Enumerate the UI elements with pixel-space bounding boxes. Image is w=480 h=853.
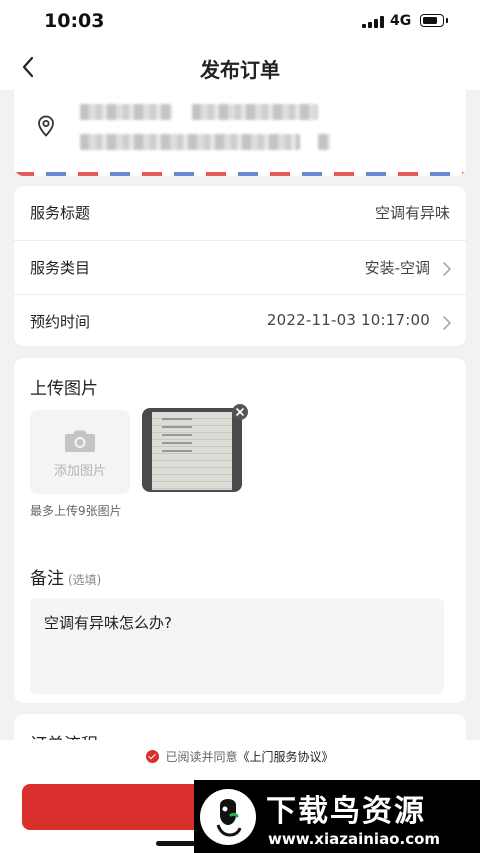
note-text: 空调有异味怎么办?	[44, 614, 172, 632]
agreement-prefix: 已阅读并同意	[165, 750, 238, 764]
battery-icon	[420, 14, 448, 27]
nav-bar: 发布订单	[0, 44, 480, 90]
note-title: 备注 (选填)	[30, 564, 101, 589]
uploaded-photo-thumbnail[interactable]	[142, 408, 242, 492]
watermark-logo-icon	[200, 789, 256, 845]
address-card[interactable]	[14, 90, 466, 176]
check-icon[interactable]	[146, 750, 160, 763]
appointment-time-value: 2022-11-03 10:17:00	[266, 311, 430, 329]
agreement-link[interactable]: 《上门服务协议》	[238, 750, 334, 764]
location-pin-icon	[34, 114, 58, 138]
note-title-label: 备注	[30, 569, 64, 589]
chevron-right-icon	[442, 261, 452, 276]
address-phone-blurred	[192, 104, 318, 120]
upload-card: 上传图片 添加图片 最多上传9张图片 备注 (选填) 空调有异味怎么办?	[14, 358, 466, 703]
agreement-row[interactable]: 已阅读并同意《上门服务协议》	[0, 748, 480, 765]
appointment-time-label: 预约时间	[30, 313, 91, 331]
upload-hint: 最多上传9张图片	[30, 504, 122, 518]
watermark: 下载鸟资源 www.xiazainiao.com	[194, 780, 480, 853]
note-optional-label: (选填)	[68, 573, 102, 587]
address-detail-blurred-2	[318, 134, 330, 150]
service-title-row: 服务标题 空调有异味	[14, 186, 466, 239]
page-title: 发布订单	[200, 58, 280, 82]
add-photo-label: 添加图片	[53, 464, 106, 479]
address-detail-blurred	[80, 134, 300, 150]
watermark-url: www.xiazainiao.com	[268, 830, 441, 848]
note-textarea[interactable]: 空调有异味怎么办?	[30, 598, 444, 694]
network-label: 4G	[390, 13, 412, 29]
service-category-label: 服务类目	[30, 259, 91, 277]
add-photo-button[interactable]: 添加图片	[30, 410, 130, 494]
watermark-name: 下载鸟资源	[266, 794, 426, 829]
signal-icon	[362, 16, 384, 28]
photo-ink	[162, 418, 192, 454]
chevron-right-icon	[442, 315, 452, 330]
appointment-time-row[interactable]: 预约时间 2022-11-03 10:17:00	[14, 294, 466, 348]
address-contact-blurred	[80, 104, 172, 120]
service-title-label: 服务标题	[30, 204, 91, 222]
status-time: 10:03	[44, 10, 105, 32]
camera-icon	[64, 428, 96, 454]
envelope-stripe	[14, 172, 466, 176]
service-info-card: 服务标题 空调有异味 服务类目 安装-空调 预约时间 2022-11-03 10…	[14, 186, 466, 346]
upload-title: 上传图片	[30, 379, 98, 399]
close-icon[interactable]	[232, 404, 248, 420]
status-bar: 10:03 4G	[0, 0, 480, 44]
service-title-value: 空调有异味	[374, 204, 450, 222]
service-category-row[interactable]: 服务类目 安装-空调	[14, 240, 466, 294]
service-category-value: 安装-空调	[364, 259, 430, 277]
